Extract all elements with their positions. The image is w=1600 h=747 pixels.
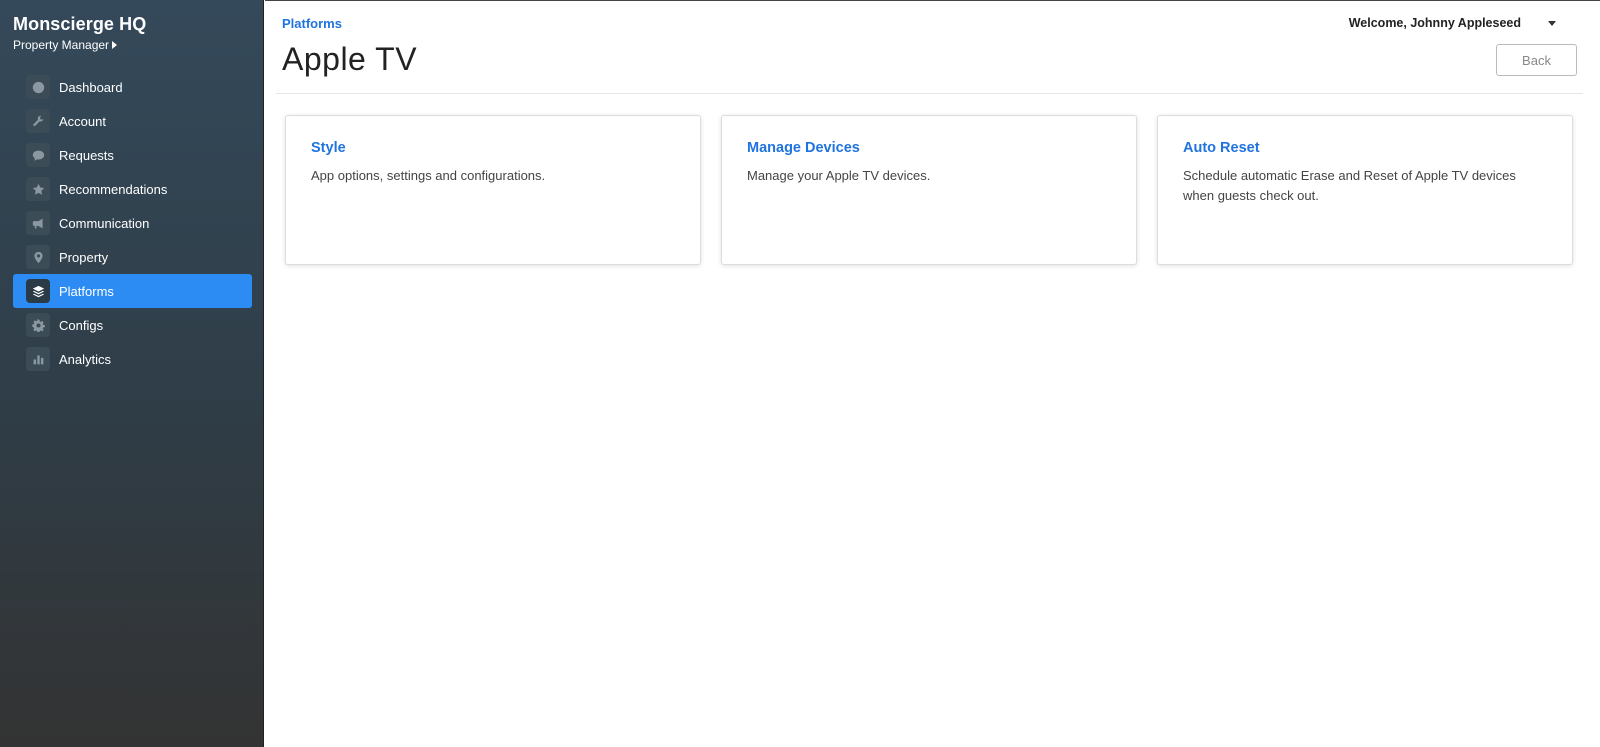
card-auto-reset[interactable]: Auto Reset Schedule automatic Erase and … bbox=[1157, 115, 1573, 265]
card-manage-devices[interactable]: Manage Devices Manage your Apple TV devi… bbox=[721, 115, 1137, 265]
card-description: Schedule automatic Erase and Reset of Ap… bbox=[1183, 168, 1516, 203]
sidebar-item-configs[interactable]: Configs bbox=[13, 308, 252, 342]
sidebar-item-platforms[interactable]: Platforms bbox=[13, 274, 252, 308]
sidebar-item-label: Requests bbox=[59, 147, 114, 163]
chat-bubble-icon bbox=[26, 143, 50, 167]
gear-icon bbox=[26, 313, 50, 337]
chevron-down-icon bbox=[1548, 20, 1556, 26]
sidebar-item-requests[interactable]: Requests bbox=[13, 138, 252, 172]
card-description: Manage your Apple TV devices. bbox=[747, 168, 931, 183]
main-content: Platforms Welcome, Johnny Appleseed Appl… bbox=[265, 0, 1600, 747]
back-button[interactable]: Back bbox=[1496, 44, 1577, 76]
map-pin-icon bbox=[26, 245, 50, 269]
sidebar-item-dashboard[interactable]: Dashboard bbox=[13, 70, 252, 104]
sidebar-item-label: Recommendations bbox=[59, 181, 168, 197]
layers-icon bbox=[26, 279, 50, 303]
sidebar-item-account[interactable]: Account bbox=[13, 104, 252, 138]
card-grid: Style App options, settings and configur… bbox=[285, 115, 1573, 265]
card-title[interactable]: Manage Devices bbox=[747, 140, 1111, 156]
sidebar-item-analytics[interactable]: Analytics bbox=[13, 342, 252, 376]
card-title[interactable]: Style bbox=[311, 140, 675, 156]
brand-name: Monscierge HQ bbox=[13, 14, 147, 34]
card-description: App options, settings and configurations… bbox=[311, 168, 546, 183]
sidebar: Monscierge HQ Property Manager Dashboard… bbox=[0, 0, 264, 747]
page-title: Apple TV bbox=[282, 41, 418, 77]
user-menu[interactable]: Welcome, Johnny Appleseed bbox=[1349, 16, 1556, 30]
divider bbox=[276, 93, 1583, 94]
sidebar-item-label: Property bbox=[59, 249, 109, 265]
dashboard-icon bbox=[26, 75, 50, 99]
sidebar-item-communication[interactable]: Communication bbox=[13, 206, 252, 240]
bar-chart-icon bbox=[26, 347, 50, 371]
wrench-icon bbox=[26, 109, 50, 133]
sidebar-item-label: Platforms bbox=[59, 283, 114, 299]
welcome-label: Welcome, Johnny Appleseed bbox=[1348, 16, 1521, 30]
sidebar-item-label: Dashboard bbox=[59, 79, 123, 95]
sidebar-item-label: Configs bbox=[59, 317, 104, 333]
sidebar-item-recommendations[interactable]: Recommendations bbox=[13, 172, 252, 206]
star-icon bbox=[26, 177, 50, 201]
caret-right-icon bbox=[112, 41, 118, 49]
sidebar-item-property[interactable]: Property bbox=[13, 240, 252, 274]
sidebar-item-label: Analytics bbox=[59, 351, 112, 367]
card-title[interactable]: Auto Reset bbox=[1183, 140, 1547, 156]
sidebar-nav: Dashboard Account Requests Recommendatio… bbox=[13, 70, 252, 376]
sidebar-item-label: Communication bbox=[59, 215, 150, 231]
card-style[interactable]: Style App options, settings and configur… bbox=[285, 115, 701, 265]
megaphone-icon bbox=[26, 211, 50, 235]
role-label: Property Manager bbox=[13, 38, 110, 52]
role-switcher[interactable]: Property Manager bbox=[13, 38, 118, 52]
sidebar-item-label: Account bbox=[59, 113, 106, 129]
breadcrumb[interactable]: Platforms bbox=[282, 16, 342, 31]
